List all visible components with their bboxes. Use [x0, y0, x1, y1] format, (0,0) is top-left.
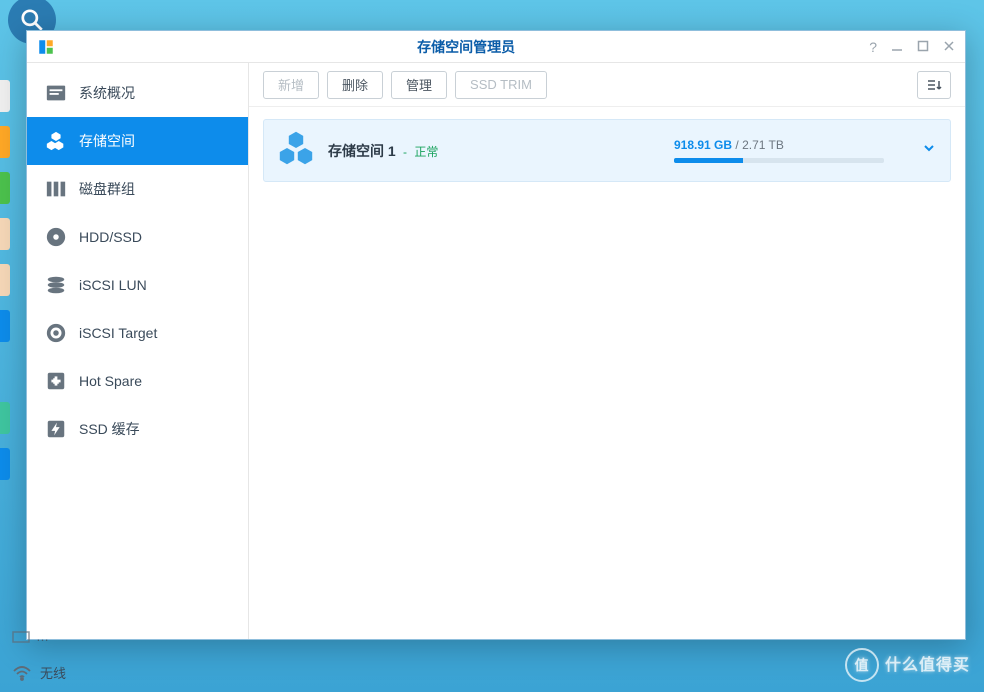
- sidebar-item-label: HDD/SSD: [79, 229, 142, 245]
- ssdcache-icon: [45, 418, 67, 440]
- sort-button[interactable]: [917, 71, 951, 99]
- sidebar-item-diskgroup[interactable]: 磁盘群组: [27, 165, 248, 213]
- volume-list: 存储空间 1 - 正常 918.91 GB / 2.71 TB: [249, 107, 965, 639]
- sidebar-item-label: iSCSI Target: [79, 325, 157, 341]
- dock-item[interactable]: [0, 264, 10, 296]
- dock-item[interactable]: [0, 172, 10, 204]
- volume-status: 正常: [414, 145, 438, 159]
- chevron-down-icon[interactable]: [922, 141, 936, 160]
- dock-item[interactable]: [0, 448, 10, 480]
- watermark-bubble: 值: [845, 648, 879, 682]
- desktop-item-label: …: [36, 629, 49, 644]
- sidebar-item-label: iSCSI LUN: [79, 277, 147, 293]
- volume-card-icon: [278, 130, 314, 171]
- close-icon[interactable]: [943, 39, 955, 55]
- capacity-bar: [674, 158, 884, 163]
- app-icon: [37, 38, 55, 56]
- capacity-sep: /: [732, 138, 742, 152]
- dock-item[interactable]: [0, 80, 10, 112]
- volume-capacity: 918.91 GB / 2.71 TB: [674, 138, 894, 163]
- capacity-total: 2.71 TB: [742, 138, 784, 152]
- sidebar-item-label: SSD 缓存: [79, 419, 140, 439]
- help-icon[interactable]: ?: [869, 39, 877, 55]
- wifi-item[interactable]: 无线: [12, 663, 66, 682]
- dock-item[interactable]: [0, 402, 10, 434]
- overview-icon: [45, 82, 67, 104]
- desktop-dock: [0, 80, 20, 494]
- volume-icon: [45, 130, 67, 152]
- sidebar-item-iscsi-target[interactable]: iSCSI Target: [27, 309, 248, 357]
- sidebar-item-label: Hot Spare: [79, 373, 142, 389]
- add-button[interactable]: 新增: [263, 71, 319, 99]
- ssdtrim-button[interactable]: SSD TRIM: [455, 71, 547, 99]
- sidebar-item-label: 磁盘群组: [79, 179, 135, 199]
- sidebar-item-label: 存储空间: [79, 131, 135, 151]
- maximize-icon[interactable]: [917, 39, 929, 55]
- diskgroup-icon: [45, 178, 67, 200]
- toolbar: 新增 删除 管理 SSD TRIM: [249, 63, 965, 107]
- delete-button[interactable]: 删除: [327, 71, 383, 99]
- lun-icon: [45, 274, 67, 296]
- sidebar: 系统概况 存储空间 磁盘群组 HDD/SSD iSCSI LUN iSCSI T…: [27, 63, 249, 639]
- desktop-item[interactable]: …: [12, 629, 49, 644]
- sidebar-item-volume[interactable]: 存储空间: [27, 117, 248, 165]
- volume-card[interactable]: 存储空间 1 - 正常 918.91 GB / 2.71 TB: [263, 119, 951, 182]
- manage-button[interactable]: 管理: [391, 71, 447, 99]
- capacity-used: 918.91 GB: [674, 138, 732, 152]
- desktop-taskbar: [0, 0, 984, 32]
- window-title: 存储空间管理员: [63, 37, 869, 57]
- dock-item[interactable]: [0, 126, 10, 158]
- dock-item: [0, 356, 10, 388]
- main-panel: 新增 删除 管理 SSD TRIM 存储空间 1 - 正常: [249, 63, 965, 639]
- capacity-bar-fill: [674, 158, 743, 163]
- capacity-text: 918.91 GB / 2.71 TB: [674, 138, 784, 152]
- titlebar[interactable]: 存储空间管理员 ?: [27, 31, 965, 63]
- wifi-label: 无线: [40, 663, 66, 682]
- sidebar-item-overview[interactable]: 系统概况: [27, 69, 248, 117]
- watermark-text: 什么值得买: [885, 657, 970, 674]
- window-controls: ?: [869, 39, 955, 55]
- dock-item[interactable]: [0, 218, 10, 250]
- hdd-icon: [45, 226, 67, 248]
- sidebar-item-hdd[interactable]: HDD/SSD: [27, 213, 248, 261]
- volume-title-block: 存储空间 1 - 正常: [328, 141, 438, 161]
- sidebar-item-label: 系统概况: [79, 83, 135, 103]
- minimize-icon[interactable]: [891, 39, 903, 55]
- watermark: 值什么值得买: [845, 648, 970, 682]
- storage-manager-window: 存储空间管理员 ? 系统概况 存储空间 磁盘群组 HDD/SSD: [26, 30, 966, 640]
- hotspare-icon: [45, 370, 67, 392]
- sidebar-item-hotspare[interactable]: Hot Spare: [27, 357, 248, 405]
- dock-item[interactable]: [0, 310, 10, 342]
- target-icon: [45, 322, 67, 344]
- sidebar-item-ssdcache[interactable]: SSD 缓存: [27, 405, 248, 453]
- volume-status-sep: -: [400, 145, 411, 159]
- volume-name: 存储空间 1: [328, 143, 396, 159]
- sidebar-item-iscsi-lun[interactable]: iSCSI LUN: [27, 261, 248, 309]
